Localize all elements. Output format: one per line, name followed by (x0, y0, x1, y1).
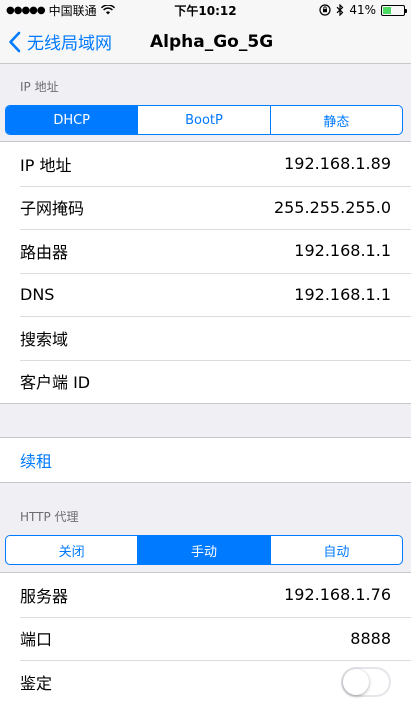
renew-group: 续租 (0, 437, 411, 483)
back-button[interactable]: 无线局域网 (0, 20, 112, 63)
http-proxy-section-header: HTTP 代理 (20, 510, 79, 524)
proxy-server-value[interactable]: 192.168.1.76 (284, 585, 391, 604)
client-id-row[interactable]: 客户端 ID (0, 359, 411, 404)
renew-lease-button[interactable]: 续租 (0, 438, 411, 482)
back-button-label: 无线局域网 (27, 34, 112, 54)
segment-bootp[interactable]: BootP (138, 106, 271, 134)
row-label: 子网掩码 (20, 199, 85, 219)
row-label: 客户端 ID (20, 373, 91, 393)
bluetooth-icon (336, 4, 344, 16)
proxy-settings-group: 服务器 192.168.1.76 端口 8888 鉴定 (0, 572, 411, 704)
subnet-mask-row: 子网掩码 255.255.255.0 (0, 185, 411, 230)
segment-manual[interactable]: 手动 (138, 536, 271, 564)
row-label: 鉴定 (20, 673, 53, 693)
rotation-lock-icon (319, 4, 331, 16)
row-label: 搜索域 (20, 329, 69, 349)
dns-row: DNS 192.168.1.1 (0, 272, 411, 317)
signal-strength-icon: ●●●●● (6, 4, 46, 16)
row-label: 路由器 (20, 242, 69, 262)
proxy-port-value[interactable]: 8888 (350, 629, 391, 648)
chevron-left-icon (9, 31, 21, 52)
row-label: 服务器 (20, 586, 69, 606)
row-label: IP 地址 (20, 155, 72, 175)
carrier-name: 中国联通 (48, 3, 97, 18)
ip-address-row: IP 地址 192.168.1.89 (0, 142, 411, 186)
page-title: Alpha_Go_5G (150, 31, 274, 52)
router-value: 192.168.1.1 (294, 241, 391, 261)
battery-level-fill (383, 6, 392, 14)
authentication-row: 鉴定 (0, 660, 411, 704)
battery-icon (381, 4, 407, 16)
status-bar: ●●●●● 中国联通 下午10:12 41% (0, 0, 411, 20)
dns-value: 192.168.1.1 (294, 284, 391, 304)
proxy-port-row[interactable]: 端口 8888 (0, 616, 411, 661)
proxy-server-row[interactable]: 服务器 192.168.1.76 (0, 573, 411, 617)
row-label: 端口 (20, 630, 53, 650)
battery-percent: 41% (349, 3, 376, 17)
segment-dhcp[interactable]: DHCP (6, 106, 139, 134)
ip-info-group: IP 地址 192.168.1.89 子网掩码 255.255.255.0 路由… (0, 141, 411, 404)
subnet-mask-value: 255.255.255.0 (273, 197, 391, 217)
toggle-knob (343, 668, 369, 695)
ip-section-header: IP 地址 (20, 80, 59, 94)
authentication-toggle[interactable] (341, 666, 391, 697)
segment-static[interactable]: 静态 (271, 106, 402, 134)
router-row: 路由器 192.168.1.1 (0, 229, 411, 273)
wifi-icon (100, 5, 115, 15)
segment-off[interactable]: 关闭 (6, 536, 139, 564)
ip-address-value: 192.168.1.89 (284, 154, 391, 174)
search-domain-row[interactable]: 搜索域 (0, 316, 411, 360)
row-label: DNS (20, 284, 55, 304)
ip-mode-segmented-control: DHCP BootP 静态 (5, 105, 403, 135)
navigation-bar: 无线局域网 Alpha_Go_5G (0, 20, 411, 64)
proxy-mode-segmented-control: 关闭 手动 自动 (5, 535, 403, 565)
segment-auto[interactable]: 自动 (271, 536, 402, 564)
